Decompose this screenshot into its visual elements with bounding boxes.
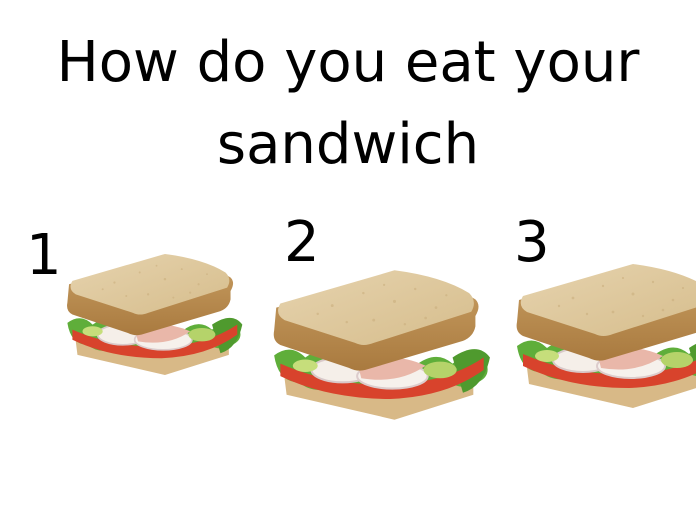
page-title: How do you eat your sandwich [56, 30, 640, 177]
sandwich-image-1 [66, 253, 244, 376]
option-number-1: 1 [26, 223, 62, 288]
sandwich-image-3 [515, 263, 696, 409]
sandwich-image-2 [272, 269, 491, 421]
